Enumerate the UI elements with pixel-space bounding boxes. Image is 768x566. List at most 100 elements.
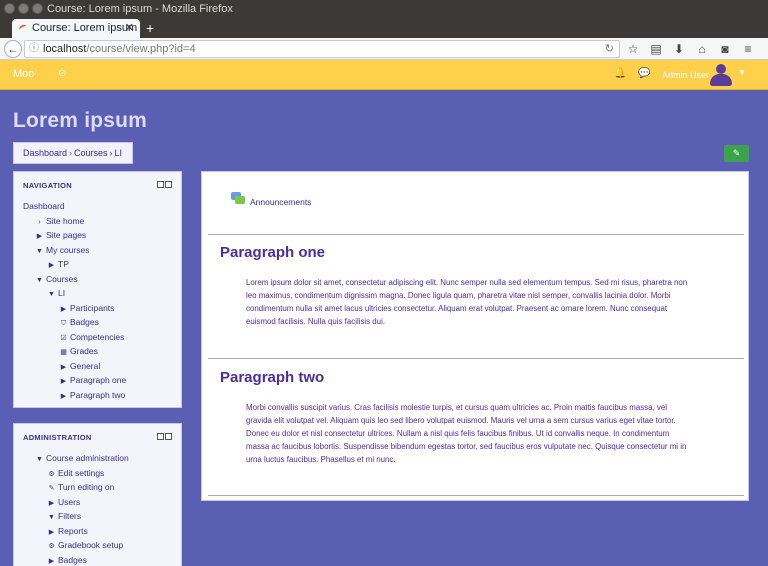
messages-icon[interactable]: 💬 <box>638 68 650 79</box>
administration-item-label: Users <box>58 496 81 507</box>
reload-icon[interactable]: ↻ <box>605 41 614 57</box>
breadcrumb: Dashboard › Courses › LI <box>13 142 133 164</box>
navigation-item[interactable]: ▼ My courses <box>23 243 126 258</box>
navigation-item[interactable]: ▶ General <box>23 359 126 374</box>
navigation-item-label: Site pages <box>46 230 87 240</box>
tab-strip: Course: Lorem ipsum ✕ + <box>0 18 768 38</box>
maximize-window-icon[interactable] <box>32 3 43 14</box>
administration-item[interactable]: ⚙ Gradebook setup <box>23 538 129 553</box>
administration-item-label: Filters <box>58 511 82 521</box>
triangle-right-icon: ▶ <box>48 557 55 565</box>
administration-item-label: Reports <box>58 525 88 536</box>
breadcrumb-courses[interactable]: Courses <box>74 148 108 158</box>
site-header: Moo ⊙ 🔔 💬 Admin User ▼ <box>0 60 768 90</box>
section-summary: Morbi convallis suscipit varius. Cras fa… <box>246 403 687 464</box>
breadcrumb-dashboard[interactable]: Dashboard <box>23 148 67 158</box>
close-window-icon[interactable] <box>4 3 15 14</box>
window-titlebar: Course: Lorem ipsum - Mozilla Firefox <box>0 0 768 18</box>
navigation-item-label: TP <box>58 259 69 269</box>
url-bar[interactable]: ⓘ localhost/course/view.php?id=4 ↻ <box>24 40 620 58</box>
navigation-item[interactable]: ▦ Grades <box>23 344 126 359</box>
block-controls <box>157 433 172 440</box>
course-settings-button[interactable]: ✎ <box>724 145 749 162</box>
dashboard-icon[interactable]: ⊙ <box>58 68 66 79</box>
section-divider <box>208 495 744 496</box>
chevron-down-icon[interactable]: ▼ <box>738 68 746 77</box>
block-dock-icon[interactable] <box>157 433 164 440</box>
navigation-item-label: LI <box>58 288 66 298</box>
home-icon[interactable]: ⌂ <box>695 41 709 57</box>
administration-item[interactable]: ▶ Reports <box>23 524 129 539</box>
navigation-item-label: Dashboard <box>23 201 65 211</box>
navigation-item[interactable]: ⛉ Badges <box>23 315 126 330</box>
browser-tab[interactable]: Course: Lorem ipsum ✕ <box>12 19 140 38</box>
page-title: Lorem ipsum <box>13 109 148 132</box>
navigation-item[interactable]: ▶ Participants <box>23 301 126 316</box>
administration-item-label: Badges <box>58 554 87 565</box>
navigation-item[interactable]: › Site home <box>23 214 126 229</box>
minimize-window-icon[interactable] <box>18 3 29 14</box>
announcements-link[interactable]: Announcements <box>250 197 311 207</box>
navigation-block-title: NAVIGATION <box>23 181 72 190</box>
navigation-item[interactable]: ▼ LI <box>23 286 126 301</box>
pocket-icon[interactable]: ◙ <box>718 41 732 57</box>
administration-item-label: Turn editing on <box>58 482 115 492</box>
block-actions-icon[interactable] <box>165 181 172 188</box>
downloads-icon[interactable]: ⬇ <box>672 41 686 57</box>
navigation-item[interactable]: Dashboard <box>23 199 126 214</box>
triangle-right-icon: ▶ <box>60 392 67 400</box>
reading-list-icon[interactable]: ▤ <box>649 41 663 57</box>
navigation-item-label: Paragraph two <box>70 389 126 400</box>
bookmark-star-icon[interactable]: ☆ <box>626 41 640 57</box>
block-dock-icon[interactable] <box>157 181 164 188</box>
close-tab-icon[interactable]: ✕ <box>125 19 134 38</box>
avatar[interactable] <box>710 64 732 86</box>
navigation-item[interactable]: ▶ TP <box>23 257 126 272</box>
navigation-item[interactable]: ▼ Courses <box>23 272 126 287</box>
administration-item[interactable]: ▶ Users <box>23 495 129 510</box>
navigation-item-label: Courses <box>46 273 78 284</box>
section-divider <box>208 358 744 359</box>
window-controls[interactable] <box>4 3 43 14</box>
course-content: Announcements Paragraph one Lorem ipsum … <box>201 171 749 501</box>
forum-icon <box>231 192 245 205</box>
navigation-item[interactable]: ▶ Site pages <box>23 228 126 243</box>
moodle-favicon-icon <box>18 23 28 33</box>
administration-block-title: ADMINISTRATION <box>23 433 92 442</box>
toolbar-icons: ☆ ▤ ⬇ ⌂ ◙ ≡ <box>626 41 755 57</box>
breadcrumb-separator-icon: › <box>69 148 73 158</box>
navigation-item-label: Site home <box>46 215 85 226</box>
navigation-item-label: Grades <box>70 346 98 356</box>
navigation-item[interactable]: ▶ Paragraph one <box>23 373 126 388</box>
administration-item[interactable]: ▶ Badges <box>23 553 129 566</box>
navigation-tree: Dashboard › Site home ▶ Site pages ▼ My course… <box>23 199 126 402</box>
section-title: Paragraph two <box>220 369 325 386</box>
tab-title: Course: Lorem ipsum <box>32 22 138 34</box>
block-actions-icon[interactable] <box>165 433 172 440</box>
back-button[interactable]: ← <box>4 40 22 58</box>
browser-toolbar: ← ⓘ localhost/course/view.php?id=4 ↻ ☆ ▤… <box>0 38 768 60</box>
administration-item-label: Gradebook setup <box>58 540 124 550</box>
url-path: /course/view.php?id=4 <box>86 43 196 55</box>
breadcrumb-course[interactable]: LI <box>115 148 123 158</box>
new-tab-button[interactable]: + <box>146 18 154 38</box>
administration-item[interactable]: ✎ Turn editing on <box>23 480 129 495</box>
navigation-item-label: Participants <box>70 302 115 313</box>
block-controls <box>157 181 172 188</box>
administration-tree: ▼ Course administration ⚙ Edit settings ✎ Tur… <box>23 451 129 566</box>
administration-block: ADMINISTRATION ▼ Course administration ⚙ Ed… <box>13 423 182 566</box>
administration-item[interactable]: ▼ Filters <box>23 509 129 524</box>
user-name[interactable]: Admin User <box>662 70 709 80</box>
section-divider <box>208 234 744 235</box>
menu-icon[interactable]: ≡ <box>741 41 755 57</box>
site-info-icon[interactable]: ⓘ <box>29 41 39 57</box>
navigation-item-label: Competencies <box>70 331 125 342</box>
section-summary: Lorem ipsum dolor sit amet, consectetur … <box>246 278 688 326</box>
administration-item[interactable]: ⚙ Edit settings <box>23 466 129 481</box>
notifications-icon[interactable]: 🔔 <box>614 68 626 79</box>
section-title: Paragraph one <box>220 244 326 261</box>
navigation-item[interactable]: ▶ Paragraph two <box>23 388 126 403</box>
navigation-item[interactable]: ☑ Competencies <box>23 330 126 345</box>
site-brand[interactable]: Moo <box>13 68 34 80</box>
administration-item[interactable]: ▼ Course administration <box>23 451 129 466</box>
